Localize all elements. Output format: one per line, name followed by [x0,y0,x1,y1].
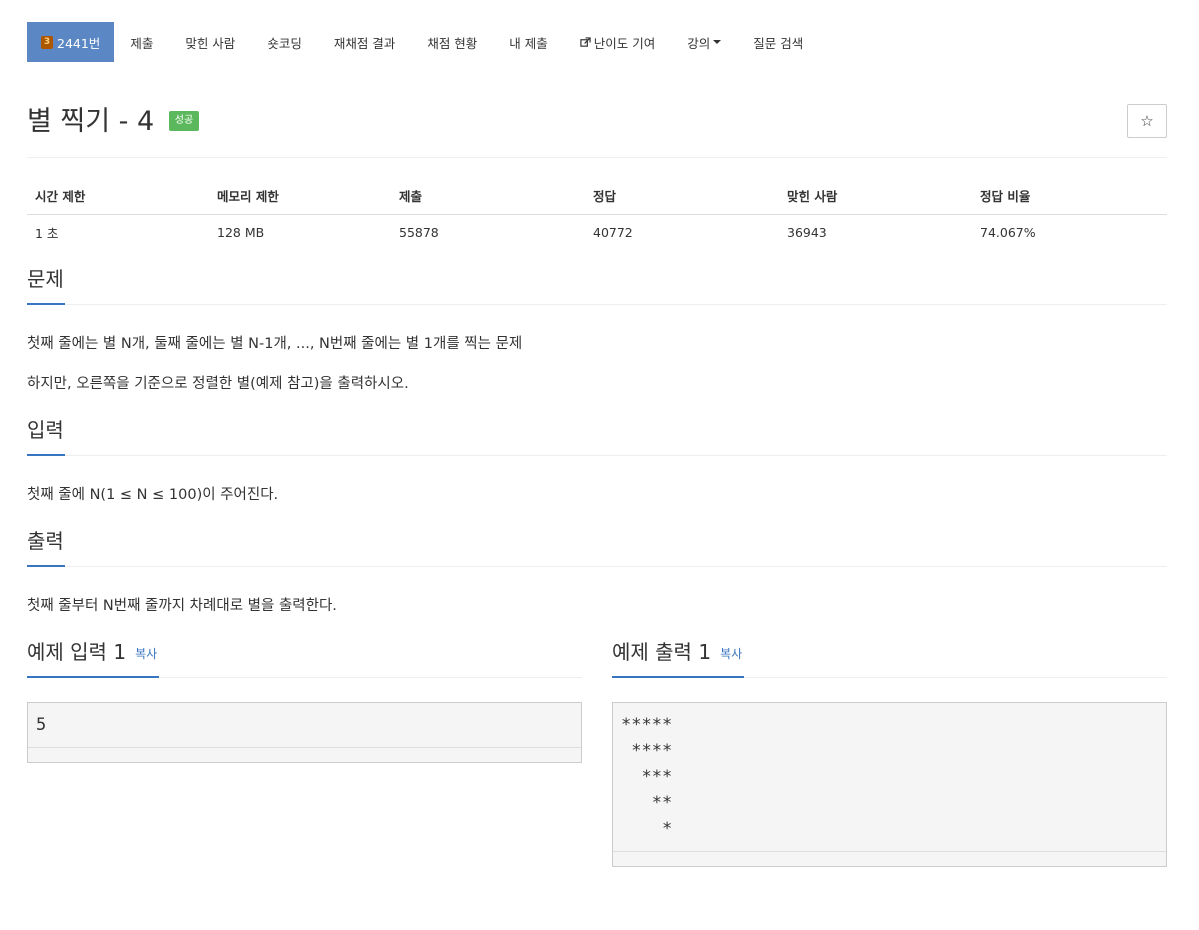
tab-problem[interactable]: 3 2441번 [27,22,115,62]
tab-difficulty[interactable]: 난이도 기여 [564,22,671,62]
value-memory-limit: 128 MB [209,214,391,251]
external-link-icon [580,36,591,47]
description-line-2: 하지만, 오른쪽을 기준으로 정렬한 별(예제 참고)을 출력하시오. [27,375,409,392]
description-underline [27,302,65,305]
difficulty-label: 난이도 기여 [593,35,656,51]
output-title: 출력 [27,528,64,553]
tab-status[interactable]: 채점 현황 [411,22,493,62]
tab-qna[interactable]: 질문 검색 [737,22,819,62]
sample-input-box[interactable]: 5 [27,701,582,763]
output-text: 첫째 줄부터 N번째 줄까지 차례대로 별을 출력한다. [27,597,337,614]
value-solved-users: 36943 [779,214,972,251]
copy-output-button[interactable]: 복사 [720,647,742,661]
header-time-limit: 시간 제한 [27,178,209,215]
tab-solved-users[interactable]: 맞힌 사람 [169,22,251,62]
header-submissions: 제출 [391,178,585,215]
title-row: 별 찍기 - 4 성공 ☆ [27,62,1167,158]
favorite-button[interactable]: ☆ [1127,104,1167,138]
page-title: 별 찍기 - 4 성공 [27,104,200,140]
tab-lecture[interactable]: 강의 [671,22,737,62]
sample-output-box[interactable]: ***** **** *** ** * [612,701,1167,867]
sample-input-value: 5 [28,703,581,748]
sample-output-underline [612,675,744,678]
status-badge: 성공 [168,110,200,131]
tab-short-coding[interactable]: 숏코딩 [251,22,318,62]
output-header: 출력 [27,526,1167,567]
sample-output-header: 예제 출력 1 복사 [612,637,1167,678]
value-submissions: 55878 [391,214,585,251]
samples-area: 예제 입력 1 복사 5 예제 출력 1 복사 ***** **** *** *… [27,637,1167,907]
tab-my-submissions[interactable]: 내 제출 [493,22,563,62]
problem-title: 별 찍기 - 4 [27,106,155,137]
value-time-limit: 1 초 [27,214,209,251]
description-line-1: 첫째 줄에는 별 N개, 둘째 줄에는 별 N-1개, ..., N번째 줄에는… [27,335,523,352]
value-accepted: 40772 [585,214,779,251]
problem-number: 2441번 [57,35,101,51]
sample-input-title: 예제 입력 1 [27,639,127,664]
table-row: 1 초 128 MB 55878 40772 36943 74.067% [27,214,1167,251]
sample-output-panel: 예제 출력 1 복사 ***** **** *** ** * [612,637,1167,867]
input-title: 입력 [27,417,64,442]
tier-badge-icon: 3 [41,35,53,49]
header-solved-users: 맞힌 사람 [779,178,972,215]
sample-input-header: 예제 입력 1 복사 [27,637,582,678]
star-icon: ☆ [1140,112,1154,130]
tab-submit[interactable]: 제출 [114,22,169,62]
output-underline [27,564,65,567]
tab-rejudge-results[interactable]: 재채점 결과 [318,22,411,62]
problem-info-table: 시간 제한 메모리 제한 제출 정답 맞힌 사람 정답 비율 1 초 128 M… [27,178,1167,251]
caret-down-icon [713,40,722,44]
input-header: 입력 [27,415,1167,456]
header-accepted: 정답 [585,178,779,215]
value-accept-ratio: 74.067% [972,214,1167,251]
header-memory-limit: 메모리 제한 [209,178,391,215]
description-header: 문제 [27,264,1167,305]
lecture-label: 강의 [687,35,711,51]
input-underline [27,453,65,456]
header-accept-ratio: 정답 비율 [972,178,1167,215]
sample-input-footer [28,748,581,762]
sample-input-underline [27,675,159,678]
sample-output-title: 예제 출력 1 [612,639,712,664]
sample-input-panel: 예제 입력 1 복사 5 [27,637,582,763]
sample-output-value: ***** **** *** ** * [613,703,1166,852]
sample-output-footer [613,852,1166,866]
description-title: 문제 [27,266,64,291]
problem-nav: 3 2441번 제출 맞힌 사람 숏코딩 재채점 결과 채점 현황 내 제출 난… [27,22,1167,62]
table-header-row: 시간 제한 메모리 제한 제출 정답 맞힌 사람 정답 비율 [27,178,1167,215]
copy-input-button[interactable]: 복사 [135,647,157,661]
input-text: 첫째 줄에 N(1 ≤ N ≤ 100)이 주어진다. [27,486,279,503]
